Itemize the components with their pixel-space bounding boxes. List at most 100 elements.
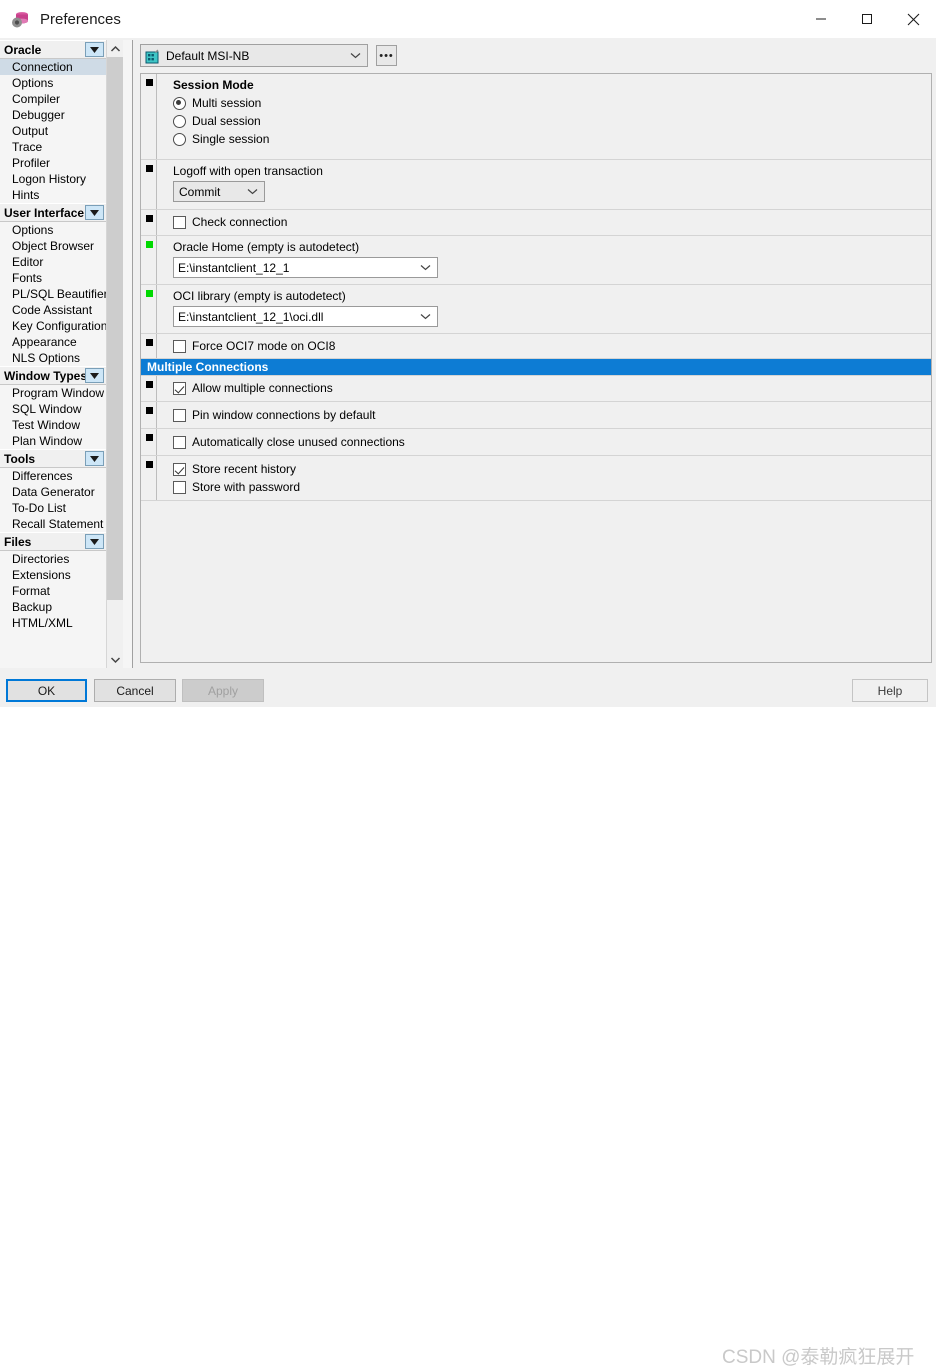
sidebar-item-logon-history[interactable]: Logon History	[0, 171, 106, 187]
scrollbar-thumb[interactable]	[107, 57, 123, 600]
checkbox-store-recent-history[interactable]: Store recent history	[173, 460, 931, 478]
sidebar-item-compiler[interactable]: Compiler	[0, 91, 106, 107]
row-guide-line	[156, 285, 157, 333]
chevron-down-icon[interactable]	[420, 258, 431, 277]
sidebar-item-key-configuration[interactable]: Key Configuration	[0, 318, 106, 334]
preferences-tree[interactable]: Oracle Connection Options Compiler Debugger O…	[0, 40, 106, 668]
checkbox-icon-check-connection[interactable]	[173, 215, 186, 229]
sidebar-item-label: Plan Window	[12, 434, 83, 448]
scroll-up-arrow[interactable]	[107, 40, 123, 57]
chevron-down-icon[interactable]	[85, 205, 104, 220]
row-indicator	[146, 407, 153, 414]
row-guide-line	[156, 456, 157, 500]
apply-button[interactable]: Apply	[182, 679, 264, 702]
minimize-button[interactable]	[798, 0, 844, 38]
sidebar-item-code-assistant[interactable]: Code Assistant	[0, 302, 106, 318]
radio-icon-single[interactable]	[173, 132, 186, 146]
sidebar-scrollbar[interactable]	[106, 40, 123, 668]
check-connection-row: Check connection	[141, 210, 931, 236]
checkbox-icon-force-oci7[interactable]	[173, 339, 186, 353]
checkbox-icon-store-recent-history[interactable]	[173, 462, 186, 476]
oracle-home-row: Oracle Home (empty is autodetect) E:\ins…	[141, 236, 931, 285]
sidebar-item-nls-options[interactable]: NLS Options	[0, 350, 106, 366]
radio-icon-multi[interactable]	[173, 96, 186, 110]
chevron-down-icon[interactable]	[85, 368, 104, 383]
sidebar-group-oracle[interactable]: Oracle	[0, 40, 106, 59]
chevron-down-icon[interactable]	[350, 45, 361, 66]
sidebar-item-label: Data Generator	[12, 485, 95, 499]
sidebar-item-label: Compiler	[12, 92, 61, 106]
auto-close-row: Automatically close unused connections	[141, 429, 931, 456]
sidebar-item-editor[interactable]: Editor	[0, 254, 106, 270]
oracle-home-input[interactable]: E:\instantclient_12_1	[173, 257, 438, 278]
checkbox-force-oci7[interactable]: Force OCI7 mode on OCI8	[173, 337, 931, 355]
checkbox-store-with-password[interactable]: Store with password	[173, 478, 931, 496]
sidebar-item-label: Test Window	[12, 418, 81, 432]
checkbox-allow-multiple-connections[interactable]: Allow multiple connections	[173, 379, 931, 397]
sidebar-item-output[interactable]: Output	[0, 123, 106, 139]
sidebar-item-sql-window[interactable]: SQL Window	[0, 401, 106, 417]
close-button[interactable]	[890, 0, 936, 38]
sidebar-item-format[interactable]: Format	[0, 583, 106, 599]
sidebar-item-extensions[interactable]: Extensions	[0, 567, 106, 583]
logoff-value: Commit	[179, 184, 221, 199]
chevron-down-icon[interactable]	[85, 451, 104, 466]
sidebar-item-test-window[interactable]: Test Window	[0, 417, 106, 433]
sidebar-item-to-do-list[interactable]: To-Do List	[0, 500, 106, 516]
sidebar-item-label: Editor	[12, 255, 44, 269]
preferences-content: Default MSI-NB ••• Session Mode Multi se…	[134, 40, 936, 668]
sidebar-item-directories[interactable]: Directories	[0, 551, 106, 567]
sidebar-group-window-types[interactable]: Window Types	[0, 366, 106, 385]
sidebar-item-differences[interactable]: Differences	[0, 468, 106, 484]
checkbox-icon-allow-multiple-connections[interactable]	[173, 381, 186, 395]
oci-library-input[interactable]: E:\instantclient_12_1\oci.dll	[173, 306, 438, 327]
logoff-select[interactable]: Commit	[173, 181, 265, 202]
sidebar-item-html-xml[interactable]: HTML/XML	[0, 615, 106, 631]
chevron-down-icon[interactable]	[85, 534, 104, 549]
radio-icon-dual[interactable]	[173, 114, 186, 128]
sidebar-item-program-window[interactable]: Program Window	[0, 385, 106, 401]
checkbox-icon-auto-close-unused[interactable]	[173, 435, 186, 449]
sidebar-item-pl-sql-beautifier[interactable]: PL/SQL Beautifier	[0, 286, 106, 302]
chevron-down-icon[interactable]	[247, 182, 258, 201]
sidebar-group-files[interactable]: Files	[0, 532, 106, 551]
sidebar-item-label: Options	[12, 223, 54, 237]
sidebar-item-fonts[interactable]: Fonts	[0, 270, 106, 286]
profile-more-button[interactable]: •••	[376, 45, 397, 66]
sidebar-item-debugger[interactable]: Debugger	[0, 107, 106, 123]
scroll-down-arrow[interactable]	[107, 651, 123, 668]
radio-single-session[interactable]: Single session	[173, 130, 931, 148]
connection-profile-select[interactable]: Default MSI-NB	[140, 44, 368, 67]
chevron-down-icon[interactable]	[85, 42, 104, 57]
sidebar-item-connection[interactable]: Connection	[0, 59, 106, 75]
sidebar-item-data-generator[interactable]: Data Generator	[0, 484, 106, 500]
sidebar-item-plan-window[interactable]: Plan Window	[0, 433, 106, 449]
sidebar-item-recall-statement[interactable]: Recall Statement	[0, 516, 106, 532]
chevron-down-icon[interactable]	[420, 307, 431, 326]
checkbox-auto-close-unused[interactable]: Automatically close unused connections	[173, 433, 931, 451]
checkbox-icon-pin-window-connections[interactable]	[173, 408, 186, 422]
radio-multi-session[interactable]: Multi session	[173, 94, 931, 112]
radio-label-single: Single session	[192, 132, 270, 146]
checkbox-pin-window-connections[interactable]: Pin window connections by default	[173, 406, 931, 424]
ok-button[interactable]: OK	[6, 679, 87, 702]
sidebar-group-user-interface[interactable]: User Interface	[0, 203, 106, 222]
row-guide-line	[156, 376, 157, 401]
sidebar-item-backup[interactable]: Backup	[0, 599, 106, 615]
checkbox-check-connection[interactable]: Check connection	[173, 213, 931, 231]
sidebar-item-appearance[interactable]: Appearance	[0, 334, 106, 350]
sidebar-group-tools[interactable]: Tools	[0, 449, 106, 468]
cancel-button[interactable]: Cancel	[94, 679, 176, 702]
maximize-button[interactable]	[844, 0, 890, 38]
sidebar-item-options[interactable]: Options	[0, 75, 106, 91]
sidebar-item-options[interactable]: Options	[0, 222, 106, 238]
sidebar-item-object-browser[interactable]: Object Browser	[0, 238, 106, 254]
help-button[interactable]: Help	[852, 679, 928, 702]
checkbox-icon-store-with-password[interactable]	[173, 480, 186, 494]
radio-dual-session[interactable]: Dual session	[173, 112, 931, 130]
sidebar-item-label: Output	[12, 124, 49, 138]
sidebar-item-trace[interactable]: Trace	[0, 139, 106, 155]
sidebar-item-hints[interactable]: Hints	[0, 187, 106, 203]
sidebar-item-profiler[interactable]: Profiler	[0, 155, 106, 171]
csdn-watermark: CSDN @泰勒疯狂展开	[722, 1347, 915, 1368]
